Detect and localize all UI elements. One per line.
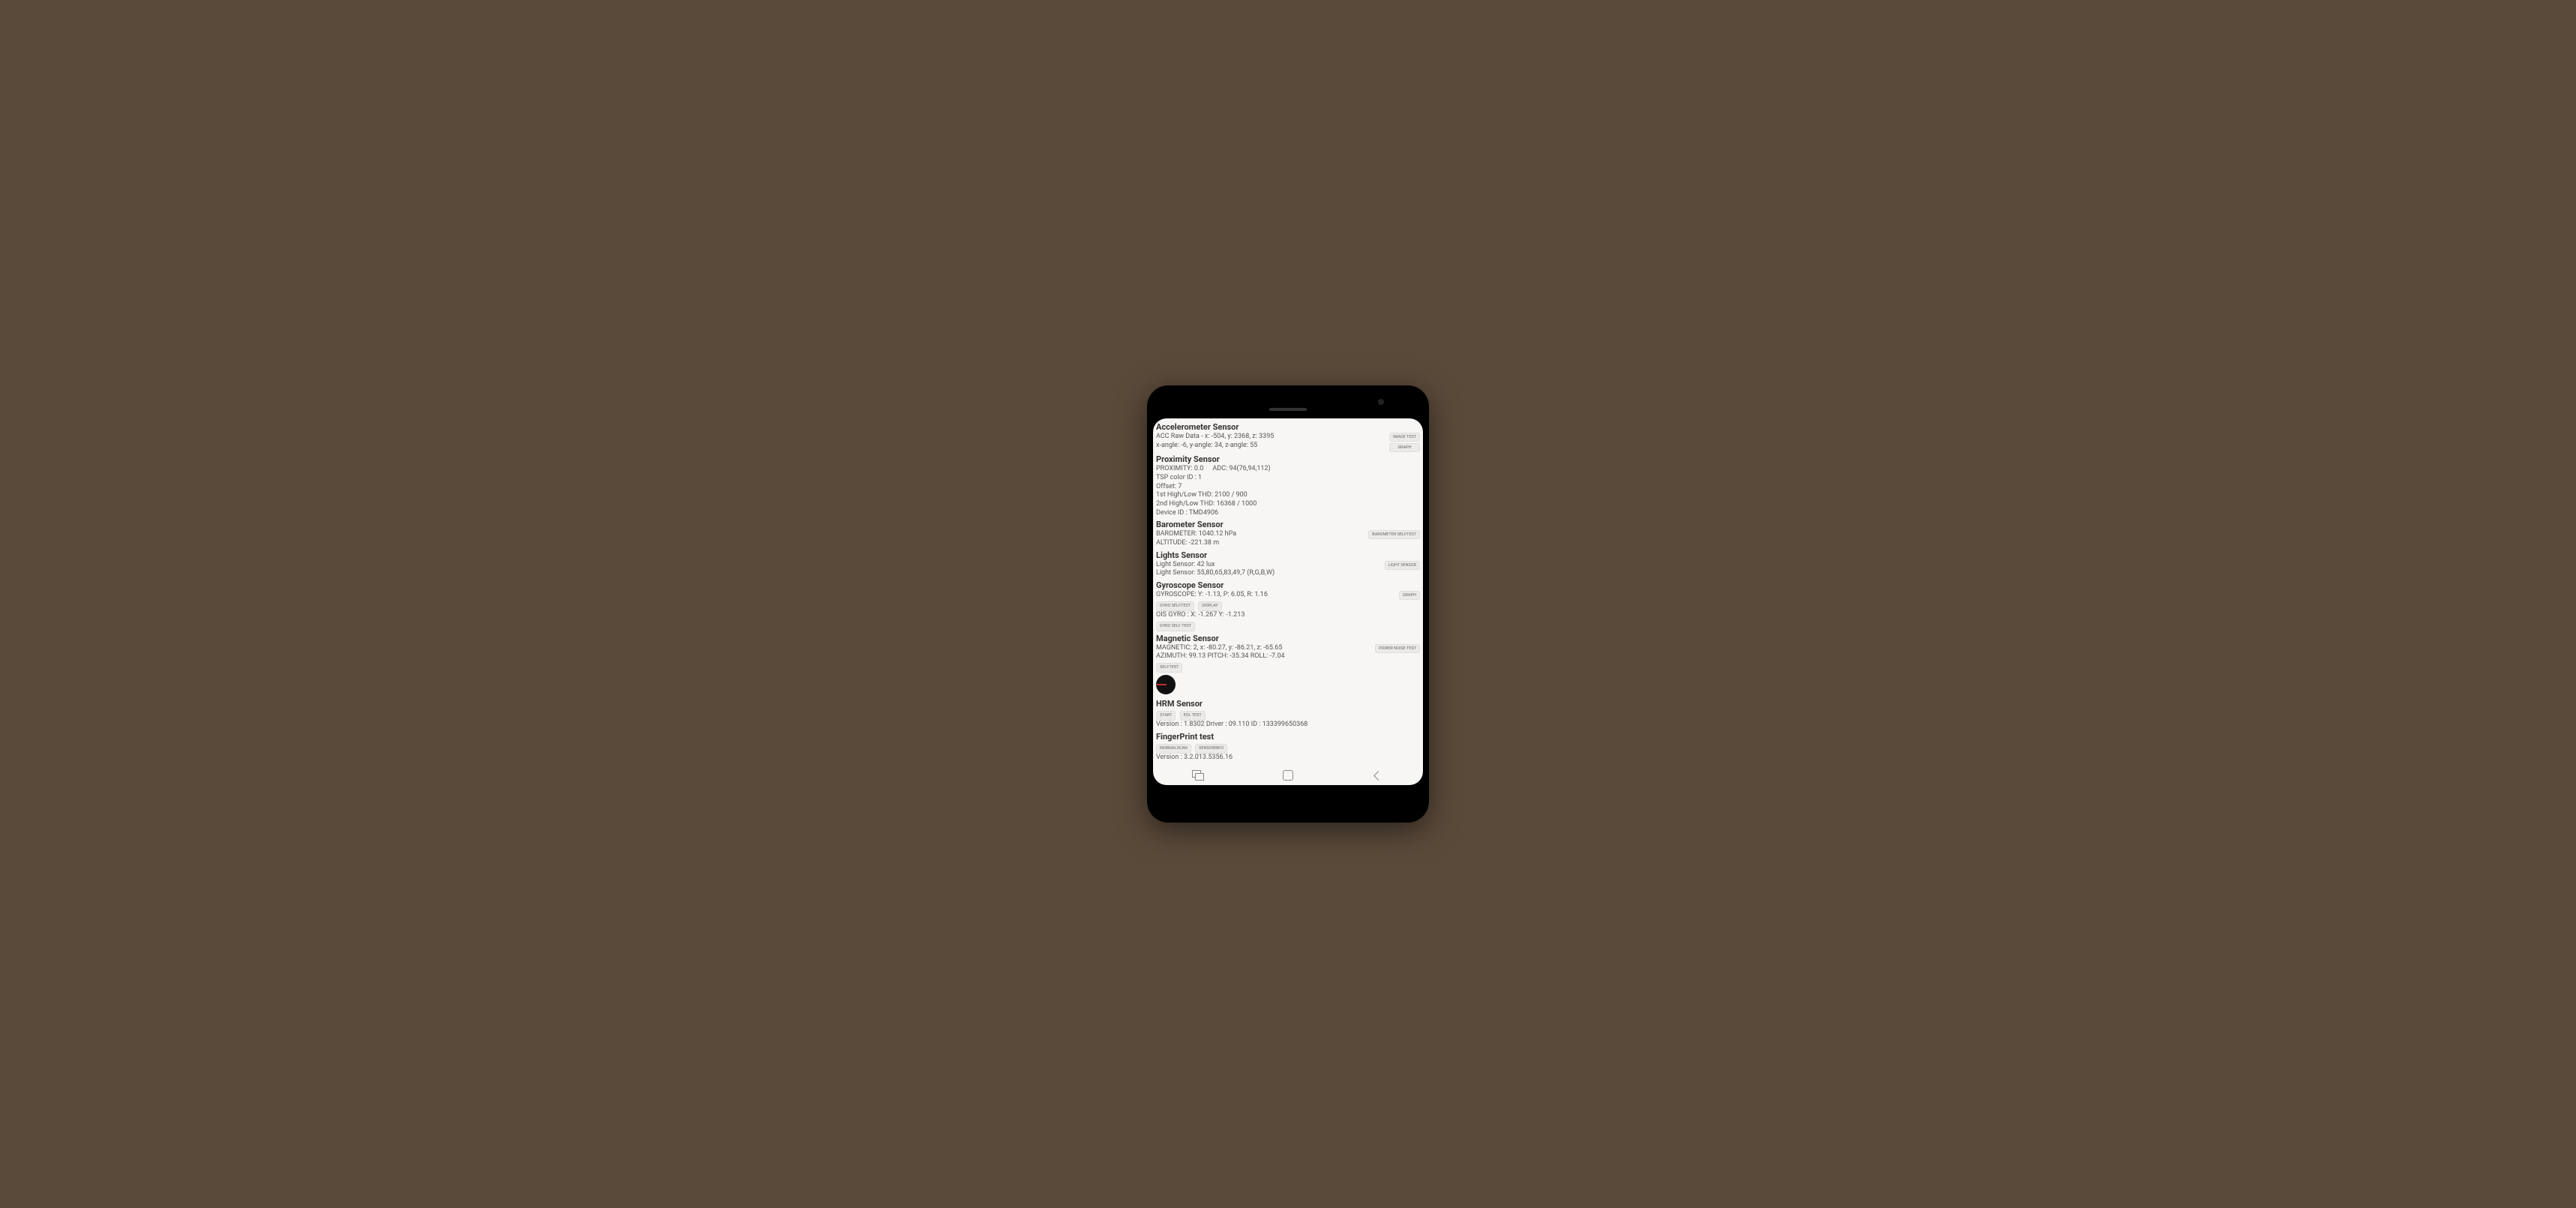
back-button[interactable]: [1372, 770, 1384, 782]
light-sensor-button[interactable]: LIGHT SENSOR: [1385, 561, 1420, 570]
gyroscope-ypr: GYROSCOPE: Y: -1.13, P: 6.05, R: 1.16: [1156, 591, 1396, 600]
gyro-selftest-button[interactable]: GYRO SELFTEST: [1156, 601, 1194, 611]
magnetic-azimuth: AZIMUTH: 99.13 PITCH: -35.34 ROLL: -7.04: [1156, 652, 1372, 661]
speaker-grille: [1269, 408, 1307, 411]
lights-title: Lights Sensor: [1156, 550, 1420, 560]
proximity-value: PROXIMITY: 0.0: [1156, 465, 1203, 474]
altitude-value: ALTITUDE: -221.38 m: [1156, 539, 1365, 548]
hrm-eol-test-button[interactable]: EOL TEST: [1180, 711, 1206, 721]
light-lux: Light Sensor: 42 lux: [1156, 561, 1382, 570]
gyro-self-test-button[interactable]: GYRO SELF TEST: [1156, 622, 1195, 631]
accel-raw-data: ACC Raw Data - x: -504, y: 2368, z: 3395: [1156, 433, 1386, 442]
power-noise-test-button[interactable]: POWER NOISE TEST: [1375, 644, 1420, 653]
phone-frame: Accelerometer Sensor ACC Raw Data - x: -…: [1147, 385, 1429, 823]
front-camera: [1378, 399, 1384, 405]
fingerprint-title: FingerPrint test: [1156, 732, 1420, 742]
tsp-color-id: TSP color ID : 1: [1156, 474, 1420, 483]
magnetic-title: Magnetic Sensor: [1156, 634, 1420, 643]
accelerometer-title: Accelerometer Sensor: [1156, 422, 1420, 432]
magnetic-selftest-button[interactable]: SELFTEST: [1156, 663, 1182, 673]
compass-icon: [1156, 675, 1176, 694]
gyro-graph-button[interactable]: GRAPH: [1399, 591, 1420, 600]
gyro-display-button[interactable]: DISPLAY: [1198, 601, 1222, 611]
navigation-bar: [1153, 764, 1423, 785]
screen: Accelerometer Sensor ACC Raw Data - x: -…: [1153, 418, 1423, 785]
ois-gyro: OIS GYRO : X: -1.267 Y: -1.213: [1156, 611, 1396, 620]
proximity-title: Proximity Sensor: [1156, 454, 1420, 464]
light-rgbw: Light Sensor: 55,80,65,83,49,7 (R,G,B,W): [1156, 569, 1382, 578]
proximity-adc: ADC: 94(76,94,112): [1212, 465, 1270, 474]
barometer-value: BAROMETER: 1040.12 hPa: [1156, 530, 1365, 539]
gyroscope-title: Gyroscope Sensor: [1156, 580, 1420, 590]
magnetic-xyz: MAGNETIC: 2, x: -80.27, y: -86.21, z: -6…: [1156, 644, 1372, 653]
fingerprint-version: Version : 3.2.013.5356.16: [1156, 754, 1420, 763]
hrm-version: Version : 1.8302 Driver : 09.110 ID : 13…: [1156, 721, 1420, 730]
proximity-offset: Offset: 7: [1156, 483, 1420, 492]
barometer-title: Barometer Sensor: [1156, 520, 1420, 529]
home-button[interactable]: [1283, 770, 1293, 781]
hrm-title: HRM Sensor: [1156, 699, 1420, 709]
accel-angles: x-angle: -6, y-angle: 34, z-angle: 55: [1156, 442, 1386, 451]
graph-button[interactable]: GRAPH: [1389, 443, 1420, 452]
hrm-start-button[interactable]: START: [1156, 711, 1176, 721]
barometer-selftest-button[interactable]: BAROMETER SELFTEST: [1368, 530, 1420, 539]
sensorinfo-button[interactable]: SENSORINFO: [1195, 744, 1227, 754]
second-thd: 2nd High/Low THD: 16368 / 1000: [1156, 500, 1420, 509]
normalscan-button[interactable]: NORMALSCAN: [1156, 744, 1191, 754]
first-thd: 1st High/Low THD: 2100 / 900: [1156, 491, 1420, 500]
recents-button[interactable]: [1192, 770, 1204, 782]
device-id: Device ID : TMD4906: [1156, 509, 1420, 518]
image-test-button[interactable]: IMAGE TEST: [1389, 433, 1420, 442]
